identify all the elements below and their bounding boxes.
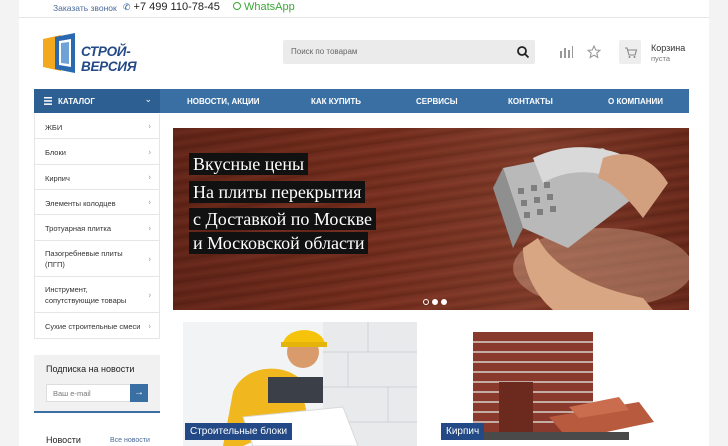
chevron-right-icon: › (148, 172, 151, 182)
cart-icon (625, 47, 638, 58)
cart-status: пуста (651, 54, 670, 63)
chevron-right-icon: › (148, 121, 151, 131)
sidebar-item-well-elements[interactable]: Элементы колодцев › (34, 190, 160, 215)
sidebar-item-paving[interactable]: Тротуарная плитка › (34, 215, 160, 241)
phone-link[interactable]: ✆ +7 499 110-78-45 (123, 1, 220, 13)
chevron-right-icon: › (148, 223, 151, 232)
chevron-right-icon: › (148, 290, 151, 299)
main-nav: КАТАЛОГ ⌄ НОВОСТИ, АКЦИИ КАК КУПИТЬ СЕРВ… (34, 89, 689, 113)
news-title: Новости (46, 435, 81, 445)
search-icon[interactable] (516, 45, 530, 59)
logo[interactable]: СТРОЙ-ВЕРСИЯ (41, 33, 161, 74)
slider-dot[interactable] (441, 299, 447, 305)
chevron-right-icon: › (148, 197, 151, 207)
chevron-right-icon: › (148, 254, 151, 263)
product-tile-label: Строительные блоки (185, 423, 293, 440)
sidebar-item-label: Блоки (45, 148, 66, 157)
catalog-menu-button[interactable]: КАТАЛОГ ⌄ (34, 89, 160, 113)
sidebar-item-tools[interactable]: Инструмент, сопутствующие товары › (34, 277, 160, 313)
banner-line-2: На плиты перекрытия (189, 181, 366, 203)
compare-chart-icon[interactable] (559, 45, 573, 59)
nav-item-how-to-buy[interactable]: КАК КУПИТЬ (311, 97, 361, 106)
sidebar-item-label: Пазогребневые плиты (ПГП) (45, 249, 123, 269)
banner-line-4: и Московской области (189, 232, 369, 254)
sidebar-item-dry-mixes[interactable]: Сухие строительные смеси › (34, 313, 160, 339)
phone-icon: ✆ (123, 2, 131, 12)
phone-number: +7 499 110-78-45 (133, 1, 220, 13)
page: Заказать звонок ✆ +7 499 110-78-45 WhatsA… (19, 0, 709, 446)
cart-label[interactable]: Корзина (651, 43, 685, 53)
search-bar[interactable]: Поиск по товарам (283, 40, 535, 64)
whatsapp-label: WhatsApp (244, 1, 295, 13)
sidebar-item-label: Тротуарная плитка (45, 224, 112, 233)
sidebar-item-label: Элементы колодцев (45, 199, 116, 208)
slider-dot-active[interactable] (432, 299, 438, 305)
top-bar: Заказать звонок ✆ +7 499 110-78-45 WhatsA… (19, 0, 709, 18)
logo-icon (43, 33, 75, 73)
subscribe-title: Подписка на новости (46, 364, 135, 374)
chevron-right-icon: › (148, 147, 151, 156)
product-tile-label: Кирпич (441, 423, 485, 440)
search-input[interactable]: Поиск по товарам (291, 47, 357, 56)
nav-item-contacts[interactable]: КОНТАКТЫ (508, 97, 553, 106)
chevron-right-icon: › (148, 321, 151, 330)
nav-item-news[interactable]: НОВОСТИ, АКЦИИ (187, 97, 259, 106)
slider-dot[interactable] (423, 299, 429, 305)
banner-line-1: Вкусные цены (189, 153, 309, 175)
callback-link[interactable]: Заказать звонок (53, 3, 117, 13)
product-tile-brick[interactable]: Кирпич (439, 322, 689, 446)
subscribe-button[interactable]: → (130, 384, 148, 402)
catalog-label: КАТАЛОГ (58, 97, 95, 106)
product-tile-blocks[interactable]: Строительные блоки (183, 322, 417, 446)
sidebar-item-label: ЖБИ (45, 123, 63, 132)
menu-icon (44, 97, 52, 105)
logo-text: СТРОЙ-ВЕРСИЯ (81, 44, 137, 74)
sidebar-item-label: Сухие строительные смеси (45, 322, 141, 331)
favorites-star-icon[interactable] (587, 45, 601, 59)
sidebar-item-zhbi[interactable]: ЖБИ › (34, 114, 160, 139)
whatsapp-icon (233, 2, 241, 10)
banner-line-3: с Доставкой по Москве (189, 208, 376, 230)
promo-banner[interactable]: Вкусные цены На плиты перекрытия с Доста… (173, 128, 689, 310)
sidebar-item-label: Кирпич (45, 174, 70, 183)
whatsapp-link[interactable]: WhatsApp (233, 1, 295, 13)
sidebar-item-label: Инструмент, сопутствующие товары (45, 285, 127, 305)
sidebar-item-brick[interactable]: Кирпич › (34, 165, 160, 190)
slider-dots (423, 292, 450, 310)
sidebar-item-pgp[interactable]: Пазогребневые плиты (ПГП) › (34, 241, 160, 277)
chevron-down-icon: ⌄ (144, 94, 152, 104)
email-field[interactable]: Ваш e-mail (46, 384, 131, 402)
sidebar-item-blocks[interactable]: Блоки › (34, 139, 160, 165)
all-news-link[interactable]: Все новости (110, 437, 150, 444)
nav-item-about[interactable]: О КОМПАНИИ (608, 97, 663, 106)
nav-item-services[interactable]: СЕРВИСЫ (416, 97, 458, 106)
catalog-sidebar: ЖБИ › Блоки › Кирпич › Элементы колодцев › Т… (34, 114, 160, 339)
email-placeholder: Ваш e-mail (53, 389, 91, 398)
subscribe-box: Подписка на новости Ваш e-mail → (34, 355, 160, 413)
cart-button[interactable] (619, 40, 641, 64)
